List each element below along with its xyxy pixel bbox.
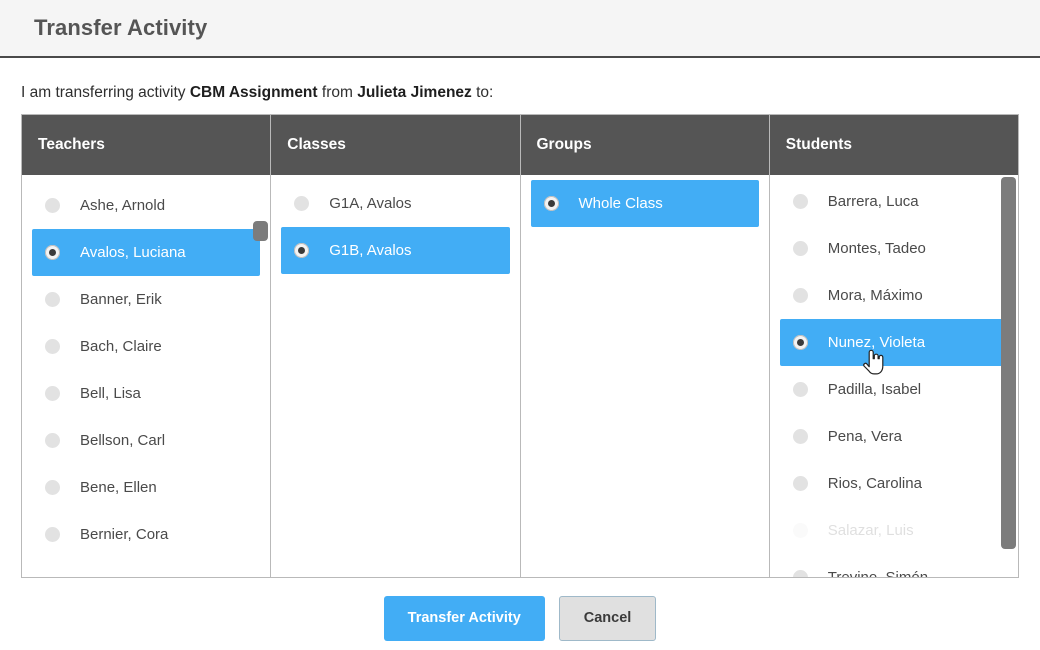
radio-button-icon[interactable] bbox=[45, 198, 60, 213]
list-item[interactable]: Montes, Tadeo bbox=[780, 225, 1008, 272]
description-source-teacher: Julieta Jimenez bbox=[357, 84, 472, 101]
radio-button-icon[interactable] bbox=[792, 382, 808, 397]
radio-button-icon[interactable] bbox=[543, 196, 559, 211]
radio-button-icon[interactable] bbox=[792, 194, 808, 209]
list-item-label: Padilla, Isabel bbox=[827, 381, 922, 398]
column-list-students: Barrera, Luca Montes, Tadeo Mora, Máximo Nu… bbox=[770, 175, 1018, 577]
list-item-label: Barrera, Luca bbox=[827, 193, 919, 210]
list-item[interactable]: Padilla, Isabel bbox=[780, 366, 1008, 413]
column-header-teachers: Teachers bbox=[22, 115, 271, 175]
list-item[interactable]: G1A, Avalos bbox=[281, 180, 509, 227]
list-item-label: Salazar, Luis bbox=[827, 522, 914, 539]
radio-button-icon[interactable] bbox=[792, 476, 808, 491]
column-header-groups: Groups bbox=[520, 115, 769, 175]
radio-button-icon[interactable] bbox=[792, 429, 808, 444]
scrollbar-thumb-teachers[interactable] bbox=[253, 221, 269, 241]
list-item[interactable]: Ashe, Arnold bbox=[32, 182, 260, 229]
radio-button-icon[interactable] bbox=[45, 339, 60, 354]
list-item[interactable]: Nunez, Violeta bbox=[779, 319, 1008, 366]
list-item-label: Bell, Lisa bbox=[80, 385, 141, 402]
picker-column-teachers: Teachers Ashe, Arnold Avalos, Luciana Banne… bbox=[22, 115, 272, 577]
cancel-button[interactable]: Cancel bbox=[558, 596, 657, 641]
page-title: Transfer Activity bbox=[34, 15, 208, 40]
picker-column-classes: Classes G1A, Avalos G1B, Avalos bbox=[271, 115, 521, 577]
list-item-label: Montes, Tadeo bbox=[827, 240, 926, 257]
list-item-label: Whole Class bbox=[578, 195, 663, 212]
column-list-groups: Whole Class bbox=[521, 175, 769, 577]
column-list-classes: G1A, Avalos G1B, Avalos bbox=[271, 175, 519, 577]
list-item-label: G1A, Avalos bbox=[329, 195, 412, 212]
window-titlebar: Transfer Activity bbox=[0, 0, 1040, 58]
radio-button-icon[interactable] bbox=[792, 241, 808, 256]
scrollbar-track-teachers[interactable] bbox=[253, 175, 269, 577]
list-item-label: G1B, Avalos bbox=[329, 242, 412, 259]
column-header-students: Students bbox=[769, 115, 1018, 175]
list-item-label: Nunez, Violeta bbox=[827, 334, 926, 351]
description-suffix: to: bbox=[471, 84, 494, 101]
radio-button-icon[interactable] bbox=[792, 335, 808, 350]
list-item[interactable]: G1B, Avalos bbox=[281, 227, 510, 274]
radio-button-icon[interactable] bbox=[294, 196, 310, 211]
radio-button-icon[interactable] bbox=[792, 570, 808, 577]
list-item-label: Pena, Vera bbox=[827, 428, 902, 445]
picker-column-groups: Groups Whole Class bbox=[520, 115, 770, 577]
list-item[interactable]: Salazar, Luis bbox=[780, 507, 1008, 554]
radio-button-icon[interactable] bbox=[294, 243, 310, 258]
radio-button-icon[interactable] bbox=[45, 386, 60, 401]
list-item[interactable]: Bene, Ellen bbox=[32, 464, 260, 511]
list-item[interactable]: Bernier, Cora bbox=[32, 511, 260, 558]
dialog-footer: Transfer Activity Cancel bbox=[0, 596, 1040, 641]
list-item[interactable]: Bach, Claire bbox=[32, 323, 260, 370]
list-item-label: Bene, Ellen bbox=[80, 479, 157, 496]
scrollbar-thumb-students[interactable] bbox=[1001, 177, 1016, 549]
list-item-label: Ashe, Arnold bbox=[80, 197, 166, 214]
scrollbar-track-students[interactable] bbox=[1001, 175, 1016, 577]
list-item[interactable]: Avalos, Luciana bbox=[32, 229, 261, 276]
list-item-label: Mora, Máximo bbox=[827, 287, 923, 304]
list-item[interactable]: Whole Class bbox=[530, 180, 759, 227]
list-item-label: Banner, Erik bbox=[80, 291, 162, 308]
list-item[interactable]: Banner, Erik bbox=[32, 276, 260, 323]
radio-button-icon[interactable] bbox=[45, 527, 60, 542]
transfer-activity-button[interactable]: Transfer Activity bbox=[383, 596, 545, 641]
list-item-label: Avalos, Luciana bbox=[80, 244, 186, 261]
radio-button-icon[interactable] bbox=[45, 480, 60, 495]
list-item-label: Bach, Claire bbox=[80, 338, 162, 355]
radio-button-icon[interactable] bbox=[45, 245, 60, 260]
list-item[interactable]: Rios, Carolina bbox=[780, 460, 1008, 507]
radio-button-icon[interactable] bbox=[45, 433, 60, 448]
column-list-teachers: Ashe, Arnold Avalos, Luciana Banner, Erik B… bbox=[22, 175, 270, 577]
list-item-label: Bellson, Carl bbox=[80, 432, 166, 449]
description-activity-name: CBM Assignment bbox=[189, 84, 318, 101]
list-item-label: Trevino, Simón bbox=[828, 569, 928, 577]
radio-button-icon[interactable] bbox=[792, 523, 808, 538]
list-item[interactable]: Pena, Vera bbox=[780, 413, 1008, 460]
description-prefix: I am transferring activity bbox=[21, 84, 190, 101]
transfer-description: I am transferring activity CBM Assignmen… bbox=[0, 58, 1040, 101]
column-header-classes: Classes bbox=[271, 115, 520, 175]
description-middle: from bbox=[317, 84, 358, 101]
list-item-label: Bernier, Cora bbox=[80, 526, 169, 543]
list-item[interactable]: Bell, Lisa bbox=[32, 370, 260, 417]
transfer-target-picker: Teachers Ashe, Arnold Avalos, Luciana Banne… bbox=[21, 114, 1019, 578]
radio-button-icon[interactable] bbox=[45, 292, 60, 307]
list-item[interactable]: Trevino, Simón bbox=[780, 554, 1008, 577]
list-item-label: Rios, Carolina bbox=[827, 475, 922, 492]
radio-button-icon[interactable] bbox=[792, 288, 808, 303]
picker-column-students: Students Barrera, Luca Montes, Tadeo Mora, … bbox=[769, 115, 1018, 577]
list-item[interactable]: Bellson, Carl bbox=[32, 417, 260, 464]
list-item[interactable]: Barrera, Luca bbox=[780, 178, 1008, 225]
list-item[interactable]: Mora, Máximo bbox=[780, 272, 1008, 319]
